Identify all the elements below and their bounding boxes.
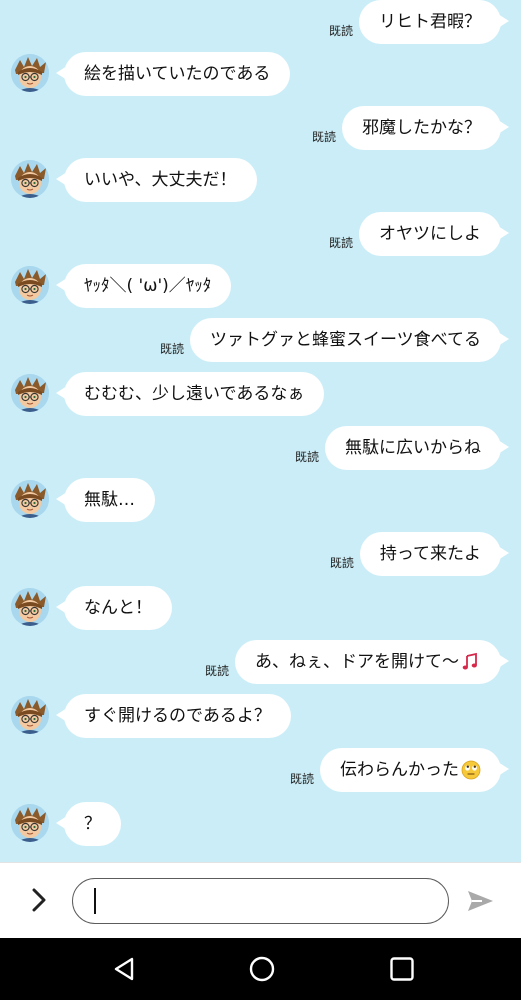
- message-text: ？: [84, 814, 101, 834]
- message-bubble[interactable]: 無駄に広いからね: [325, 426, 509, 470]
- avatar[interactable]: [11, 804, 49, 842]
- sent-message: 伝わらんかった既読: [0, 748, 521, 794]
- text-cursor: [94, 888, 96, 914]
- message-bubble[interactable]: 絵を描いていたのである: [55, 52, 291, 96]
- read-receipt: 既読: [329, 556, 354, 570]
- message-text: 邪魔したかな？: [362, 118, 481, 138]
- sent-message: リヒト君暇？ 既読: [0, 0, 521, 46]
- message-bubble[interactable]: 伝わらんかった: [320, 748, 509, 792]
- message-bubble[interactable]: むむむ、少し遠いであるなぁ: [55, 372, 325, 416]
- message-text: 伝わらんかった: [340, 760, 459, 780]
- message-input[interactable]: [72, 878, 449, 924]
- message-bubble[interactable]: ツァトグァと蜂蜜スイーツ食べてる: [190, 318, 509, 362]
- message-bubble[interactable]: リヒト君暇？: [359, 0, 509, 44]
- message-input-bar: [0, 862, 521, 938]
- sent-message: あ、ねぇ、ドアを開けて〜既読: [0, 640, 521, 686]
- message-bubble[interactable]: 持って来たよ: [359, 532, 510, 576]
- received-message: ？: [0, 802, 521, 848]
- read-receipt: 既読: [328, 236, 353, 250]
- received-message: 絵を描いていたのである: [0, 52, 521, 98]
- message-text: 無駄…: [84, 490, 135, 510]
- avatar[interactable]: [11, 588, 49, 626]
- chevron-right-icon[interactable]: [24, 885, 54, 915]
- message-bubble[interactable]: すぐ開けるのであるよ？: [56, 694, 291, 738]
- sent-message: ツァトグァと蜂蜜スイーツ食べてる既読: [0, 318, 521, 364]
- message-text: ツァトグァと蜂蜜スイーツ食べてる: [210, 330, 481, 350]
- read-receipt: 既読: [311, 130, 336, 144]
- message-bubble[interactable]: オヤツにしよ: [359, 212, 509, 256]
- message-bubble[interactable]: 無駄…: [56, 478, 155, 522]
- read-receipt: 既読: [160, 342, 185, 356]
- send-icon[interactable]: [464, 885, 496, 917]
- music-notes-icon: [462, 652, 477, 670]
- home-circle-icon[interactable]: [248, 955, 276, 983]
- message-text: いいや、大丈夫だ！: [84, 170, 237, 190]
- read-receipt: 既読: [289, 772, 314, 786]
- message-bubble[interactable]: いいや、大丈夫だ！: [56, 158, 257, 202]
- sent-message: 邪魔したかな？ 既読: [0, 106, 521, 152]
- sent-message: 無駄に広いからね既読: [0, 426, 521, 472]
- received-message: いいや、大丈夫だ！: [0, 158, 521, 204]
- message-text: 絵を描いていたのである: [84, 64, 271, 84]
- sent-message: 持って来たよ既読: [0, 532, 521, 578]
- system-navigation-bar: [0, 938, 521, 1000]
- message-text: リヒト君暇？: [379, 12, 481, 32]
- avatar[interactable]: [11, 374, 49, 412]
- read-receipt: 既読: [294, 450, 319, 464]
- message-text: 無駄に広いからね: [345, 438, 481, 458]
- read-receipt: 既読: [328, 24, 353, 38]
- message-text: すぐ開けるのであるよ？: [84, 706, 271, 726]
- message-bubble[interactable]: 邪魔したかな？: [342, 106, 509, 150]
- eye-roll-face-icon: [461, 760, 481, 780]
- received-message: むむむ、少し遠いであるなぁ: [0, 372, 521, 418]
- received-message: すぐ開けるのであるよ？: [0, 694, 521, 740]
- message-text: ﾔｯﾀ＼( 'ω')／ﾔｯﾀ: [84, 276, 212, 296]
- avatar[interactable]: [11, 160, 49, 198]
- message-text: あ、ねぇ、ドアを開けて〜: [255, 652, 459, 672]
- message-bubble[interactable]: ﾔｯﾀ＼( 'ω')／ﾔｯﾀ: [55, 264, 232, 308]
- chat-history[interactable]: リヒト君暇？ 既読 絵を描いていたのである 邪魔したかな？ 既読 いいや、大丈夫だ！ オヤツ…: [0, 0, 521, 862]
- avatar[interactable]: [11, 696, 49, 734]
- message-text: むむむ、少し遠いであるなぁ: [84, 384, 305, 404]
- back-triangle-icon[interactable]: [111, 955, 139, 983]
- message-bubble[interactable]: ？: [56, 802, 121, 846]
- received-message: ﾔｯﾀ＼( 'ω')／ﾔｯﾀ: [0, 264, 521, 310]
- message-bubble[interactable]: なんと！: [56, 586, 172, 630]
- received-message: 無駄…: [0, 478, 521, 524]
- sent-message: オヤツにしよ既読: [0, 212, 521, 258]
- received-message: なんと！: [0, 586, 521, 632]
- message-text: オヤツにしよ: [379, 224, 481, 244]
- recents-square-icon[interactable]: [388, 955, 416, 983]
- message-text: 持って来たよ: [379, 544, 481, 564]
- avatar[interactable]: [11, 480, 49, 518]
- read-receipt: 既読: [204, 664, 229, 678]
- avatar[interactable]: [11, 54, 49, 92]
- avatar[interactable]: [11, 266, 49, 304]
- message-text: なんと！: [84, 598, 152, 618]
- message-bubble[interactable]: あ、ねぇ、ドアを開けて〜: [235, 640, 509, 684]
